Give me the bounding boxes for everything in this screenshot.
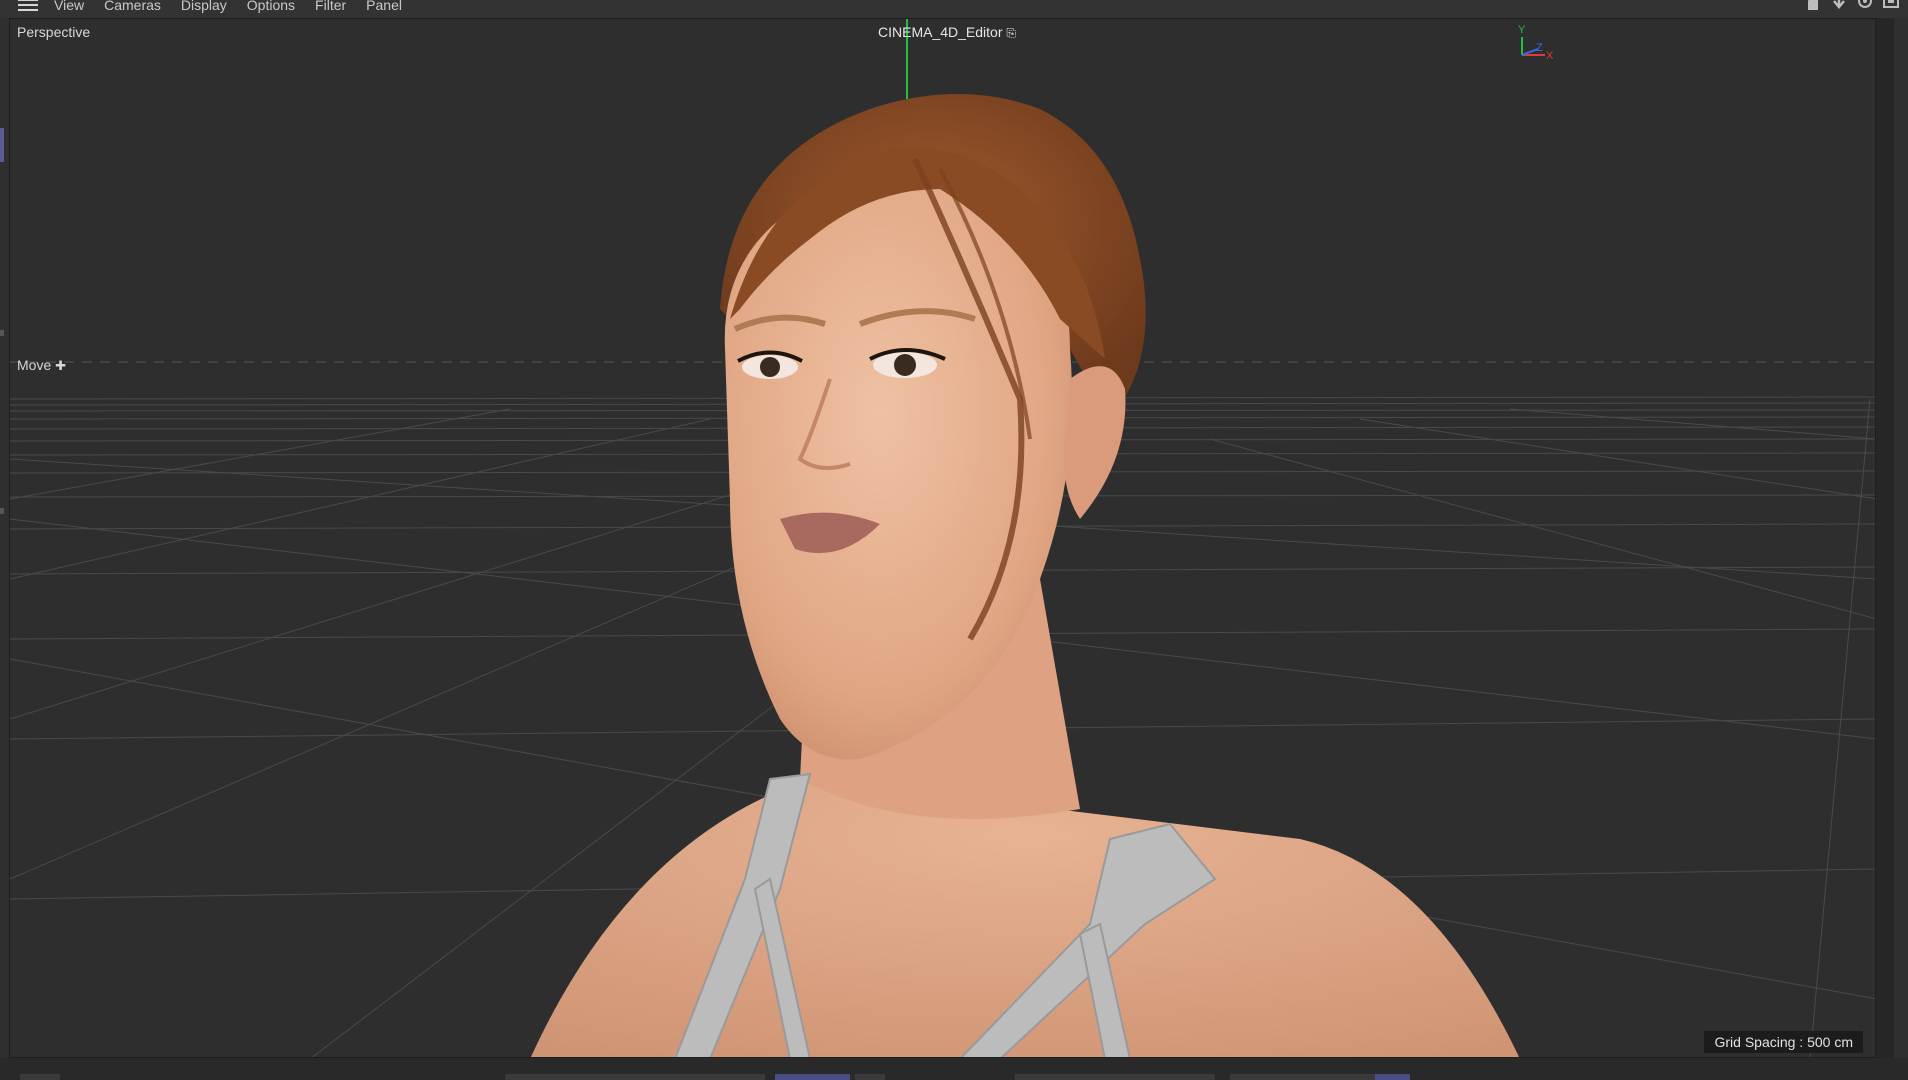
bottom-bar-segment[interactable] (20, 1074, 60, 1080)
grid-spacing-readout: Grid Spacing : 500 cm (1704, 1031, 1863, 1053)
camera-icon: ⎘ (1006, 26, 1016, 40)
bottom-bar-segment[interactable] (855, 1074, 885, 1080)
menu-view[interactable]: View (54, 0, 84, 13)
gizmo-y-label: Y (1518, 24, 1526, 36)
strip-marker (0, 508, 4, 514)
viewport-navigation-icons (1804, 0, 1900, 10)
gizmo-z-label: Z (1536, 42, 1543, 54)
tool-label: Move ✚ (17, 357, 66, 374)
camera-label[interactable]: CINEMA_4D_Editor ⎘ (878, 24, 1016, 41)
menu-cameras[interactable]: Cameras (104, 0, 161, 13)
bottom-bar-segment[interactable] (505, 1074, 765, 1080)
bottom-toolbar (0, 1058, 1908, 1080)
bottom-bar-active-segment[interactable] (775, 1074, 850, 1080)
menu-options[interactable]: Options (247, 0, 295, 13)
camera-name: CINEMA_4D_Editor (878, 24, 1003, 40)
left-tool-strip (0, 18, 9, 1080)
right-panel-strip (1894, 18, 1908, 1080)
tool-name: Move (17, 357, 52, 373)
projection-label[interactable]: Perspective (17, 24, 90, 40)
bottom-bar-segment[interactable] (1230, 1074, 1375, 1080)
perspective-viewport[interactable]: Y Z X Perspective CINEMA_4D_Editor ⎘ Mov… (9, 18, 1876, 1058)
move-down-icon[interactable] (1830, 0, 1848, 10)
orbit-icon[interactable] (1856, 0, 1874, 10)
active-tool-indicator (0, 128, 4, 162)
cinema4d-editor-window: View Cameras Display Options Filter Pane… (0, 0, 1908, 1080)
bottom-bar-segment[interactable] (1015, 1074, 1215, 1080)
3d-scene[interactable]: Y Z X (10, 19, 1876, 1058)
viewport-menu-bar: View Cameras Display Options Filter Pane… (0, 0, 1908, 18)
menu-filter[interactable]: Filter (315, 0, 346, 13)
maximize-icon[interactable] (1882, 0, 1900, 10)
hamburger-menu-icon[interactable] (18, 0, 38, 13)
menu-display[interactable]: Display (181, 0, 227, 13)
axis-gizmo: Y Z X (1518, 24, 1554, 62)
menu-panel[interactable]: Panel (366, 0, 402, 13)
gizmo-x-label: X (1546, 50, 1554, 62)
bottom-bar-active-segment[interactable] (1375, 1074, 1410, 1080)
move-icon: ✚ (55, 358, 67, 373)
hand-icon[interactable] (1804, 0, 1822, 10)
strip-marker (0, 330, 4, 336)
